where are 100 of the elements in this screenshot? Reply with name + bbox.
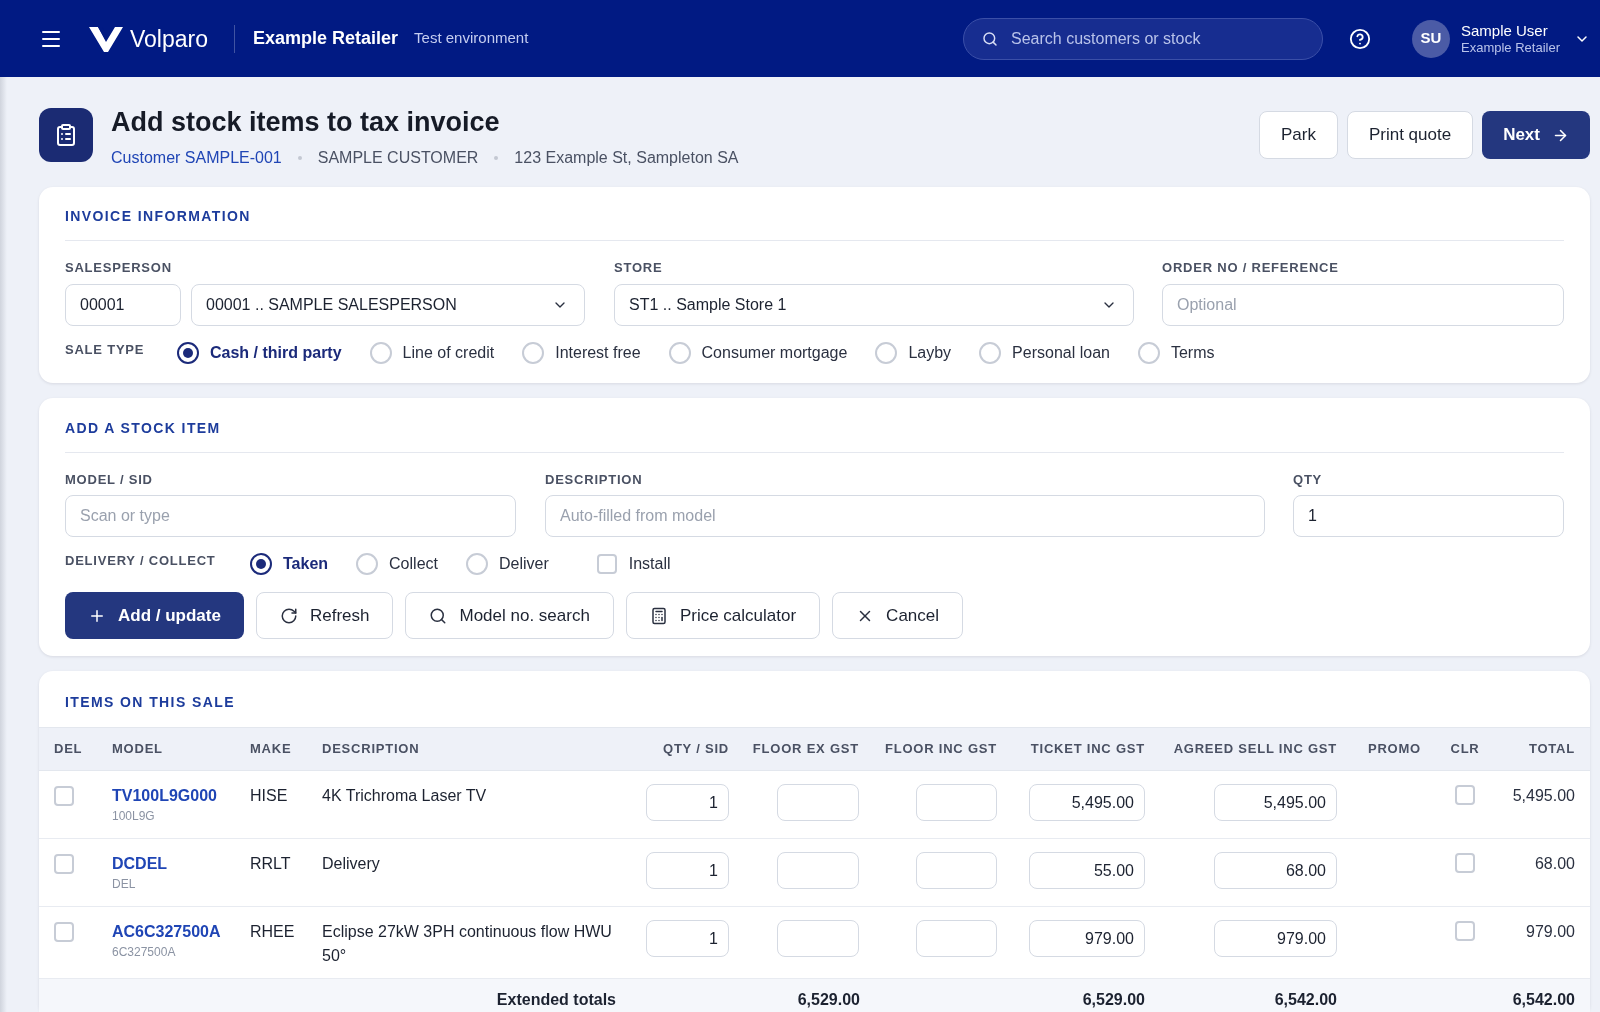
field-label: QTY (1293, 472, 1323, 488)
description-text: Eclipse 27kW 3PH continuous flow HWU 50° (322, 923, 612, 964)
model-search-button[interactable]: Model no. search (405, 592, 614, 639)
salesperson-select[interactable]: 00001 .. SAMPLE SALESPERSON (191, 284, 585, 326)
ticket-price-field[interactable]: 5,495.00 (1029, 784, 1145, 821)
environment-label: Test environment (414, 28, 529, 49)
radio-button[interactable] (177, 342, 199, 364)
search-icon (429, 606, 448, 625)
sid-text: 6C327500A (112, 944, 176, 960)
agreed-price-field[interactable]: 68.00 (1214, 852, 1337, 889)
description-text: 4K Trichroma Laser TV (322, 787, 487, 804)
checkbox[interactable] (54, 922, 74, 942)
checkbox[interactable] (1455, 853, 1475, 873)
checkbox[interactable] (54, 786, 74, 806)
floor-ex-gst-field[interactable] (777, 784, 859, 821)
help-icon[interactable] (1349, 27, 1371, 50)
column-heading: TOTAL (1528, 740, 1575, 759)
order-reference-field[interactable]: Optional (1162, 284, 1564, 326)
line-total-text: 68.00 (1534, 855, 1575, 872)
section-heading: ITEMS ON THIS SALE (65, 693, 235, 711)
search-field[interactable]: Search customers or stock (963, 17, 1323, 60)
qty-field[interactable]: 1 (646, 920, 729, 957)
sid-text: 100L9G (112, 808, 155, 824)
company-name: Example Retailer (253, 27, 399, 50)
add-update-button[interactable]: Add / update (65, 592, 244, 639)
salesperson-code-field[interactable]: 00001 (65, 284, 181, 326)
park-button[interactable]: Park (1258, 111, 1338, 159)
field-label: DELIVERY / COLLECT (65, 553, 217, 569)
ticket-price-field[interactable]: 979.00 (1029, 920, 1145, 957)
search-icon (982, 30, 998, 47)
floor-inc-gst-field[interactable] (916, 920, 997, 957)
radio-label[interactable]: Personal loan (1012, 343, 1110, 363)
field-label: ORDER NO / REFERENCE (1162, 260, 1339, 276)
make-text: HISE (250, 787, 288, 804)
customer-link[interactable]: Customer SAMPLE-001 (111, 148, 282, 168)
sid-text: DEL (112, 876, 136, 892)
field-label: SALESPERSON (65, 260, 172, 276)
circular-arrow-icon (279, 606, 298, 625)
radio-button[interactable] (250, 553, 272, 575)
floor-ex-gst-field[interactable] (777, 852, 859, 889)
column-heading: QTY / SID (663, 740, 729, 759)
cancel-button[interactable]: Cancel (832, 592, 964, 639)
qty-field[interactable]: 1 (1293, 495, 1564, 537)
print-quote-button[interactable]: Print quote (1346, 111, 1474, 159)
radio-label[interactable]: Line of credit (402, 343, 495, 363)
radio-label[interactable]: Terms (1170, 343, 1215, 363)
description-text: Delivery (322, 855, 380, 872)
section-heading: INVOICE INFORMATION (65, 207, 251, 225)
qty-field[interactable]: 1 (646, 784, 729, 821)
checkbox[interactable] (54, 854, 74, 874)
checkbox[interactable] (596, 554, 617, 574)
floor-ex-gst-field[interactable] (777, 920, 859, 957)
refresh-button[interactable]: Refresh (255, 592, 394, 639)
checkbox[interactable] (1455, 921, 1475, 941)
radio-label[interactable]: Layby (908, 343, 952, 363)
description-field[interactable]: Auto-filled from model (545, 495, 1265, 537)
price-calculator-button[interactable]: Price calculator (625, 592, 821, 639)
field-label: STORE (614, 260, 663, 276)
column-heading: MAKE (250, 740, 292, 759)
logo-icon (88, 24, 124, 53)
column-heading: CLR (1450, 740, 1480, 759)
field-label: MODEL / SID (65, 472, 153, 488)
column-heading: FLOOR EX GST (752, 740, 859, 759)
section-heading: ADD A STOCK ITEM (65, 419, 221, 437)
calculator-icon (649, 606, 668, 625)
checkbox[interactable] (1455, 785, 1475, 805)
next-button[interactable]: Next (1482, 111, 1590, 159)
floor-inc-gst-field[interactable] (916, 784, 997, 821)
user-avatar[interactable]: SU (1412, 19, 1450, 58)
make-text: RHEE (250, 923, 295, 940)
field-label: DESCRIPTION (545, 472, 643, 488)
user-company: Example Retailer (1461, 39, 1560, 56)
model-link[interactable]: AC6C327500A (112, 920, 221, 944)
make-text: RRLT (250, 855, 291, 872)
model-link[interactable]: DCDEL (112, 852, 168, 876)
model-field[interactable]: Scan or type (65, 495, 516, 537)
brand-name: Volparo (130, 24, 208, 53)
line-total-text: 5,495.00 (1512, 787, 1575, 804)
page-title: Add stock items to tax invoice (111, 106, 500, 139)
floor-inc-gst-field[interactable] (916, 852, 997, 889)
radio-label[interactable]: Interest free (555, 343, 641, 363)
agreed-price-field[interactable]: 979.00 (1214, 920, 1337, 957)
radio-label[interactable]: Collect (389, 554, 438, 574)
qty-field[interactable]: 1 (646, 852, 729, 889)
checkbox-label[interactable]: Install (628, 554, 671, 574)
radio-label[interactable]: Consumer mortgage (701, 343, 848, 363)
line-total-text: 979.00 (1526, 923, 1575, 940)
total-amount: 6,529.00 (1082, 991, 1145, 1008)
radio-label[interactable]: Deliver (498, 554, 549, 574)
agreed-price-field[interactable]: 5,495.00 (1214, 784, 1337, 821)
total-amount: 6,542.00 (1512, 991, 1575, 1008)
totals-label: Extended totals (496, 991, 616, 1008)
radio-label[interactable]: Taken (283, 554, 329, 574)
model-link[interactable]: TV100L9G000 (112, 784, 217, 808)
store-select[interactable]: ST1 .. Sample Store 1 (614, 284, 1134, 326)
column-heading: DESCRIPTION (322, 740, 420, 759)
radio-label[interactable]: Cash / third party (210, 343, 342, 363)
ticket-price-field[interactable]: 55.00 (1029, 852, 1145, 889)
customer-name: SAMPLE CUSTOMER (317, 148, 479, 168)
total-amount: 6,542.00 (1274, 991, 1337, 1008)
